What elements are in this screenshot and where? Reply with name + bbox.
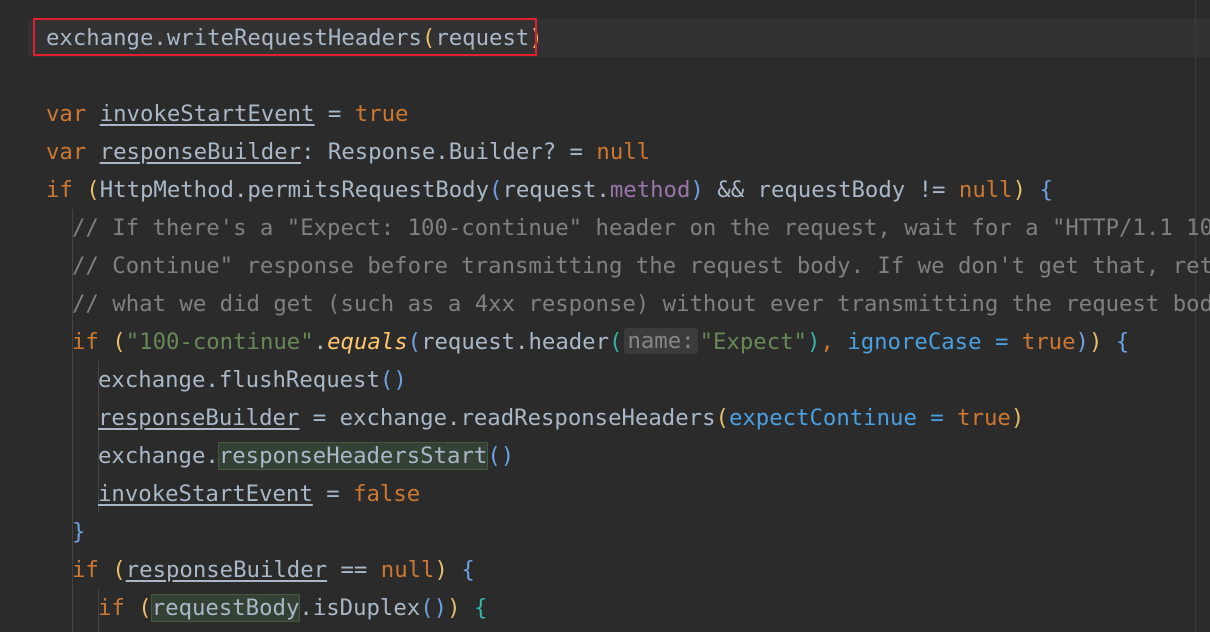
parameter-name-hint: name: [624,328,698,354]
code-token: null [596,139,651,165]
code-token: ) [447,595,461,621]
code-token: : Response.Builder? = [301,139,597,165]
code-line[interactable]: if (HttpMethod.permitsRequestBody(reques… [46,171,1053,209]
code-token: ) [806,329,821,355]
code-token: ( [112,557,126,583]
code-token: null [958,177,1013,203]
code-line[interactable]: exchange.responseHeadersStart() [98,437,514,475]
code-token: responseBuilder [98,405,300,431]
code-token: ) [1075,329,1089,355]
code-line[interactable]: if ("100-continue".equals(request.header… [72,323,1129,361]
code-token: "Expect" [699,329,807,355]
code-token: () [379,367,407,393]
code-line[interactable]: if (requestBody.isDuplex()) { [98,589,487,627]
code-token: ( [138,595,152,621]
code-token: ( [715,405,729,431]
code-token: false [353,481,421,507]
code-token: ) [690,177,704,203]
code-token: HttpMethod.permitsRequestBody [99,177,490,203]
code-token: = exchange.readResponseHeaders [299,405,716,431]
code-editor[interactable]: exchange.writeRequestHeaders(request) var… [0,0,1210,632]
code-token: if [72,329,113,355]
code-token: ( [407,329,422,355]
code-line[interactable]: exchange.flushRequest() [98,361,407,399]
code-line[interactable]: responseBuilder = exchange.readResponseH… [98,399,1024,437]
code-token: var [46,101,100,127]
code-token: { [473,595,488,621]
code-token: ( [86,177,100,203]
code-token: true [1021,329,1076,355]
code-token: ) [434,557,448,583]
code-token: request [435,25,530,51]
code-token: null [380,557,435,583]
code-line[interactable]: // Continue" response before transmittin… [72,247,1210,285]
code-token: responseBuilder [99,139,302,165]
code-token: == [327,557,381,583]
code-line[interactable]: var invokeStartEvent = true [46,95,408,133]
code-token: if [72,557,113,583]
code-token: ( [112,329,126,355]
code-token: ) [1010,405,1025,431]
code-token: ( [489,177,503,203]
code-token: // Continue" response before transmittin… [72,253,1210,279]
code-token: request.header [421,329,610,355]
code-token: , [820,329,848,355]
code-line[interactable]: invokeStartEvent = false [98,475,420,513]
code-token: () [487,443,515,469]
code-token: if [46,177,87,203]
code-token: responseHeadersStart [217,442,489,470]
code-token: ( [609,329,623,355]
code-token: writeRequestHeaders [166,25,422,51]
code-token: ignoreCase [847,329,982,355]
code-token: = [314,101,355,127]
code-token: { [461,557,475,583]
code-token: var [46,139,100,165]
code-token: // If there's a "Expect: 100-continue" h… [72,215,1210,241]
code-token: if [98,595,139,621]
code-token: () [420,595,448,621]
code-line[interactable]: var responseBuilder: Response.Builder? =… [46,133,650,171]
code-token: request. [502,177,610,203]
code-token: responseBuilder [125,557,328,583]
code-token: ) [1012,177,1027,203]
code-token: .isDuplex [299,595,421,621]
code-token: invokeStartEvent [99,101,315,127]
code-line[interactable]: } [72,513,85,551]
code-token: { [1039,177,1053,203]
code-token: true [957,405,1011,431]
code-token: exchange.flushRequest [98,367,380,393]
code-token: true [354,101,409,127]
code-token: } [72,519,86,545]
code-line[interactable]: // what we did get (such as a 4xx respon… [72,285,1210,323]
code-token: equals [327,329,408,355]
code-token: && requestBody != [703,177,959,203]
code-token: expectContinue [728,405,917,431]
code-token: { [1115,329,1130,355]
code-token: . [313,329,328,355]
code-token: // what we did get (such as a 4xx respon… [72,291,1210,317]
code-line[interactable]: if (responseBuilder == null) { [72,551,475,589]
code-token: ) [1088,329,1103,355]
code-token: invokeStartEvent [98,481,313,507]
code-line[interactable]: exchange.writeRequestHeaders(request) [46,19,543,57]
code-token: method [609,177,691,203]
code-token: exchange. [46,25,167,51]
code-token: ) [529,25,543,51]
code-token: = [312,481,354,507]
code-token: requestBody [150,594,301,622]
code-token: ( [421,25,436,51]
code-line[interactable]: // If there's a "Expect: 100-continue" h… [72,209,1210,247]
code-token: "100-continue" [125,329,314,355]
code-token: = [916,405,958,431]
code-token: exchange. [98,443,219,469]
code-token: = [981,329,1022,355]
